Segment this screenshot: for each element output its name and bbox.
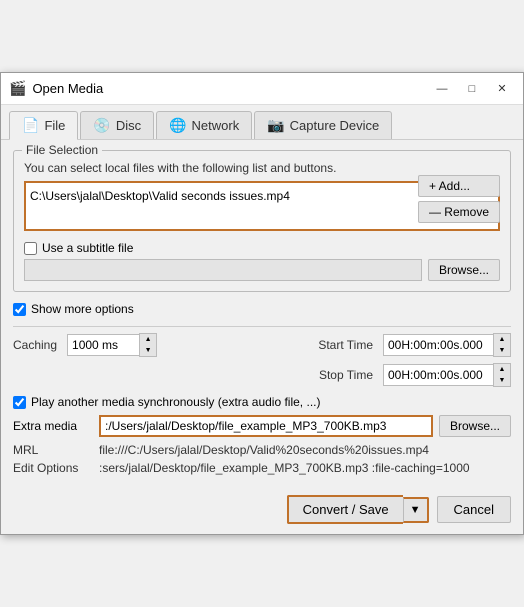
caching-up-button[interactable]: ▲ — [140, 334, 156, 345]
stop-time-label: Stop Time — [319, 368, 373, 382]
cancel-button[interactable]: Cancel — [437, 496, 511, 523]
network-tab-icon: 🌐 — [169, 117, 186, 134]
remove-button[interactable]: — Remove — [418, 201, 500, 223]
subtitle-checkbox[interactable] — [24, 242, 37, 255]
edit-options-label: Edit Options — [13, 461, 93, 475]
file-selection-group: File Selection You can select local file… — [13, 150, 511, 292]
file-selection-description: You can select local files with the foll… — [24, 161, 500, 175]
window-controls: — □ ✕ — [429, 79, 515, 99]
stop-time-down-button[interactable]: ▼ — [494, 375, 510, 386]
start-time-input[interactable] — [383, 334, 493, 356]
file-area: C:\Users\jalal\Desktop\Valid seconds iss… — [24, 181, 500, 235]
show-more-row: Show more options — [13, 302, 511, 316]
caching-spinners: ▲ ▼ — [139, 333, 157, 357]
tab-capture-label: Capture Device — [290, 118, 380, 133]
start-time-down-button[interactable]: ▼ — [494, 345, 510, 356]
tab-capture[interactable]: 📷 Capture Device — [254, 111, 392, 139]
tab-network-label: Network — [192, 118, 240, 133]
tab-disc[interactable]: 💿 Disc — [80, 111, 154, 139]
convert-save-wrapper: Convert / Save ▼ — [287, 495, 429, 524]
capture-tab-icon: 📷 — [267, 117, 284, 134]
subtitle-checkbox-label[interactable]: Use a subtitle file — [24, 241, 133, 255]
window-title: Open Media — [32, 81, 103, 96]
start-time-spinners: ▲ ▼ — [493, 333, 511, 357]
extra-media-label: Extra media — [13, 419, 93, 433]
sync-row: Play another media synchronously (extra … — [13, 395, 511, 409]
titlebar: 🎬 Open Media — □ ✕ — [1, 73, 523, 105]
tab-network[interactable]: 🌐 Network — [156, 111, 252, 139]
tab-disc-label: Disc — [116, 118, 141, 133]
open-media-dialog: 🎬 Open Media — □ ✕ 📄 File 💿 Disc 🌐 Netwo… — [0, 72, 524, 535]
stop-time-input[interactable] — [383, 364, 493, 386]
stop-time-spinners: ▲ ▼ — [493, 363, 511, 387]
tab-bar: 📄 File 💿 Disc 🌐 Network 📷 Capture Device — [1, 105, 523, 140]
start-time-label: Start Time — [318, 338, 373, 352]
add-button[interactable]: + Add... — [418, 175, 500, 197]
disc-tab-icon: 💿 — [93, 117, 110, 134]
sync-label[interactable]: Play another media synchronously (extra … — [13, 395, 320, 409]
show-more-checkbox[interactable] — [13, 303, 26, 316]
edit-options-value: :sers/jalal/Desktop/file_example_MP3_700… — [99, 461, 470, 475]
file-tab-icon: 📄 — [22, 117, 39, 134]
file-selection-title: File Selection — [22, 143, 102, 157]
edit-options-row: Edit Options :sers/jalal/Desktop/file_ex… — [13, 461, 511, 475]
caching-input[interactable] — [67, 334, 139, 356]
start-time-up-button[interactable]: ▲ — [494, 334, 510, 345]
subtitle-browse-button[interactable]: Browse... — [428, 259, 500, 281]
show-more-text: Show more options — [31, 302, 134, 316]
vlc-logo-icon: 🎬 — [9, 80, 26, 97]
close-button[interactable]: ✕ — [489, 79, 515, 99]
stop-time-up-button[interactable]: ▲ — [494, 364, 510, 375]
maximize-button[interactable]: □ — [459, 79, 485, 99]
caching-down-button[interactable]: ▼ — [140, 345, 156, 356]
subtitle-row: Use a subtitle file — [24, 241, 500, 255]
titlebar-left: 🎬 Open Media — [9, 80, 103, 97]
mrl-label: MRL — [13, 443, 93, 457]
extra-media-input[interactable] — [99, 415, 433, 437]
subtitle-label: Use a subtitle file — [42, 241, 133, 255]
convert-save-button[interactable]: Convert / Save — [287, 495, 403, 524]
sync-checkbox[interactable] — [13, 396, 26, 409]
file-buttons: + Add... — Remove — [418, 175, 500, 223]
show-more-label[interactable]: Show more options — [13, 302, 134, 316]
tab-file[interactable]: 📄 File — [9, 111, 78, 140]
mrl-row: MRL file:///C:/Users/jalal/Desktop/Valid… — [13, 443, 511, 457]
minimize-button[interactable]: — — [429, 79, 455, 99]
start-time-wrapper: ▲ ▼ — [383, 333, 511, 357]
convert-save-dropdown-button[interactable]: ▼ — [403, 497, 429, 523]
extra-media-row: Extra media Browse... — [13, 415, 511, 437]
dialog-content: File Selection You can select local file… — [1, 140, 523, 489]
sync-text: Play another media synchronously (extra … — [31, 395, 320, 409]
mrl-value: file:///C:/Users/jalal/Desktop/Valid%20s… — [99, 443, 429, 457]
divider — [13, 326, 511, 327]
caching-input-wrapper: ▲ ▼ — [67, 333, 157, 357]
tab-file-label: File — [44, 118, 65, 133]
stop-time-wrapper: ▲ ▼ — [383, 363, 511, 387]
caching-label: Caching — [13, 338, 57, 352]
bottom-buttons: Convert / Save ▼ Cancel — [1, 489, 523, 534]
extra-media-browse-button[interactable]: Browse... — [439, 415, 511, 437]
subtitle-input[interactable] — [24, 259, 422, 281]
